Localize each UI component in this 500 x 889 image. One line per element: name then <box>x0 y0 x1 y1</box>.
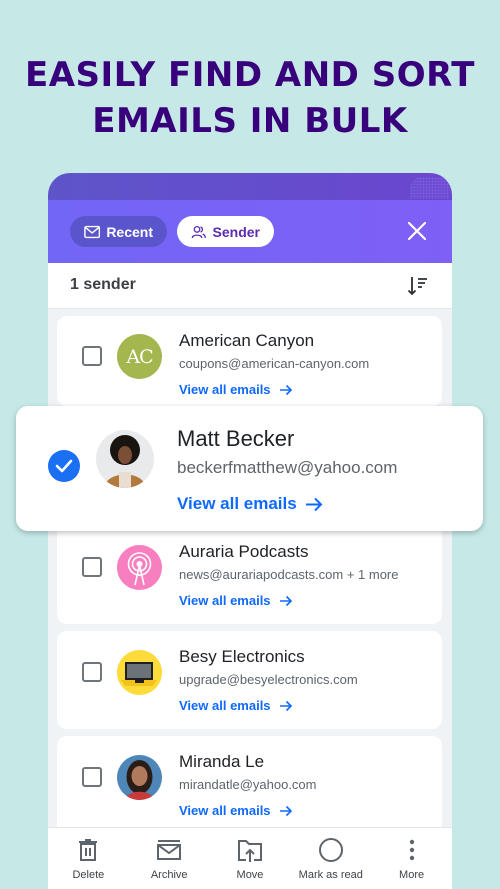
view-all-emails-label: View all emails <box>179 382 271 397</box>
select-checkbox[interactable] <box>82 662 102 682</box>
view-all-emails-label: View all emails <box>179 593 271 608</box>
sender-email: mirandatle@yahoo.com <box>179 777 317 792</box>
select-checkbox[interactable] <box>82 767 102 787</box>
more-button[interactable]: More <box>372 828 452 889</box>
people-icon <box>191 225 206 238</box>
headline: EASILY FIND AND SORT EMAILS IN BULK <box>0 52 500 144</box>
move-button[interactable]: Move <box>210 828 290 889</box>
tab-recent-label: Recent <box>106 223 153 240</box>
view-all-emails-link[interactable]: View all emails <box>179 593 293 608</box>
sender-name: American Canyon <box>179 331 315 350</box>
headline-line-1: EASILY FIND AND SORT <box>25 55 475 95</box>
archive-label: Archive <box>150 869 188 881</box>
sender-name: Besy Electronics <box>179 647 305 666</box>
move-label: Move <box>236 869 264 881</box>
sender-card[interactable]: Besy Electronics upgrade@besyelectronics… <box>57 631 442 729</box>
list-header: 1 sender <box>48 263 452 309</box>
sender-email: coupons@american-canyon.com <box>179 356 370 371</box>
sender-name: Auraria Podcasts <box>179 542 309 561</box>
tv-icon <box>117 650 162 695</box>
view-all-emails-link[interactable]: View all emails <box>179 698 293 713</box>
view-all-emails-label: View all emails <box>177 494 297 513</box>
delete-label: Delete <box>72 869 105 881</box>
sender-card[interactable]: AC American Canyon coupons@american-cany… <box>57 316 442 406</box>
select-checkbox[interactable] <box>82 346 102 366</box>
sort-descending-icon[interactable] <box>406 274 430 298</box>
view-all-emails-label: View all emails <box>179 698 271 713</box>
selected-checkbox[interactable] <box>48 450 80 482</box>
checkmark-icon <box>55 459 73 473</box>
tab-sender[interactable]: Sender <box>177 216 274 247</box>
avatar <box>117 755 162 800</box>
avatar-initials: AC <box>126 345 153 368</box>
trash-icon <box>79 839 98 861</box>
close-icon[interactable] <box>406 220 428 242</box>
sender-card[interactable]: Auraria Podcasts news@aurariapodcasts.co… <box>57 526 442 624</box>
mark-as-read-label: Mark as read <box>298 869 363 881</box>
camera-cutout <box>410 177 450 199</box>
sender-email: news@aurariapodcasts.com + 1 more <box>179 567 399 582</box>
view-all-emails-label: View all emails <box>179 803 271 818</box>
sender-count: 1 sender <box>70 276 136 293</box>
arrow-right-icon <box>305 497 323 511</box>
broadcast-icon <box>117 545 162 590</box>
sender-name: Miranda Le <box>179 752 265 771</box>
tab-recent[interactable]: Recent <box>70 216 167 247</box>
select-checkbox[interactable] <box>82 557 102 577</box>
view-all-emails-link[interactable]: View all emails <box>179 382 293 397</box>
phone-screen: Recent Sender 1 sender AC American Canyo… <box>48 173 452 889</box>
sender-name: Matt Becker <box>177 426 295 451</box>
headline-line-2: EMAILS IN BULK <box>92 101 408 141</box>
more-label: More <box>399 869 425 881</box>
sender-email: beckerfmatthew@yahoo.com <box>177 458 398 477</box>
more-vertical-icon <box>409 839 414 861</box>
view-all-emails-link[interactable]: View all emails <box>179 803 293 818</box>
view-all-emails-link[interactable]: View all emails <box>177 494 323 514</box>
avatar <box>96 430 154 488</box>
selected-sender-card[interactable]: Matt Becker beckerfmatthew@yahoo.com Vie… <box>16 406 483 531</box>
circle-icon <box>318 838 343 862</box>
status-bar <box>48 173 452 200</box>
tab-sender-label: Sender <box>212 223 260 240</box>
move-folder-icon <box>237 840 262 862</box>
avatar: AC <box>117 334 162 379</box>
arrow-right-icon <box>279 595 292 606</box>
arrow-right-icon <box>279 700 292 711</box>
filter-tab-bar: Recent Sender <box>48 200 452 263</box>
arrow-right-icon <box>279 805 292 816</box>
archive-icon <box>157 840 182 860</box>
sender-card[interactable]: Miranda Le mirandatle@yahoo.com View all… <box>57 736 442 834</box>
archive-button[interactable]: Archive <box>129 828 209 889</box>
sender-email: upgrade@besyelectronics.com <box>179 672 358 687</box>
bulk-action-toolbar: Delete Archive Move Mark as read More <box>48 827 452 889</box>
arrow-right-icon <box>279 384 292 395</box>
envelope-icon <box>84 225 101 238</box>
delete-button[interactable]: Delete <box>48 828 128 889</box>
mark-as-read-button[interactable]: Mark as read <box>291 828 371 889</box>
